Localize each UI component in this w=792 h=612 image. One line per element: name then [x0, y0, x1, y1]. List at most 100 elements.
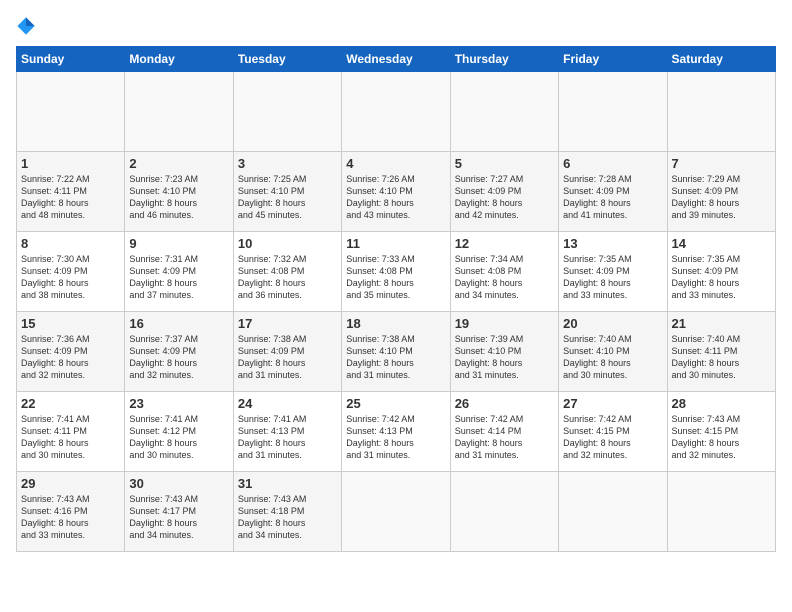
calendar-cell: 28Sunrise: 7:43 AM Sunset: 4:15 PM Dayli… — [667, 392, 775, 472]
calendar-cell: 26 Sunrise: 7:42 AM Sunset: 4:14 PM Dayli… — [450, 392, 558, 472]
cell-info: Sunrise: 7:42 AM Sunset: 4:14 PM Dayligh… — [455, 413, 554, 462]
cell-info: Sunrise: 7:28 AM Sunset: 4:09 PM Dayligh… — [563, 173, 662, 222]
day-number: 23 — [129, 396, 228, 411]
calendar-cell: 19Sunrise: 7:39 AM Sunset: 4:10 PM Dayli… — [450, 312, 558, 392]
calendar-cell — [559, 472, 667, 552]
cell-info: Sunrise: 7:36 AM Sunset: 4:09 PM Dayligh… — [21, 333, 120, 382]
calendar-cell: 10 Sunrise: 7:32 AM Sunset: 4:08 PM Dayli… — [233, 232, 341, 312]
cell-info: Sunrise: 7:22 AM Sunset: 4:11 PM Dayligh… — [21, 173, 120, 222]
day-number: 28 — [672, 396, 771, 411]
day-number: 12 — [455, 236, 554, 251]
week-row — [17, 72, 776, 152]
cell-info: Sunrise: 7:39 AM Sunset: 4:10 PM Dayligh… — [455, 333, 554, 382]
cell-info: Sunrise: 7:42 AM Sunset: 4:15 PM Dayligh… — [563, 413, 662, 462]
day-number: 8 — [21, 236, 120, 251]
day-number: 1 — [21, 156, 120, 171]
calendar-cell: 23 Sunrise: 7:41 AM Sunset: 4:12 PM Dayli… — [125, 392, 233, 472]
day-number: 31 — [238, 476, 337, 491]
calendar-cell: 2 Sunrise: 7:23 AM Sunset: 4:10 PM Daylig… — [125, 152, 233, 232]
cell-info: Sunrise: 7:40 AM Sunset: 4:11 PM Dayligh… — [672, 333, 771, 382]
cell-info: Sunrise: 7:25 AM Sunset: 4:10 PM Dayligh… — [238, 173, 337, 222]
calendar-cell — [233, 72, 341, 152]
calendar-cell: 9 Sunrise: 7:31 AM Sunset: 4:09 PM Daylig… — [125, 232, 233, 312]
calendar-cell — [667, 72, 775, 152]
cell-info: Sunrise: 7:31 AM Sunset: 4:09 PM Dayligh… — [129, 253, 228, 302]
cell-info: Sunrise: 7:41 AM Sunset: 4:12 PM Dayligh… — [129, 413, 228, 462]
cell-info: Sunrise: 7:43 AM Sunset: 4:18 PM Dayligh… — [238, 493, 337, 542]
cell-info: Sunrise: 7:35 AM Sunset: 4:09 PM Dayligh… — [563, 253, 662, 302]
cell-info: Sunrise: 7:40 AM Sunset: 4:10 PM Dayligh… — [563, 333, 662, 382]
calendar-cell: 31 Sunrise: 7:43 AM Sunset: 4:18 PM Dayli… — [233, 472, 341, 552]
calendar-cell: 18 Sunrise: 7:38 AM Sunset: 4:10 PM Dayli… — [342, 312, 450, 392]
day-number: 4 — [346, 156, 445, 171]
calendar-cell — [17, 72, 125, 152]
cell-info: Sunrise: 7:38 AM Sunset: 4:09 PM Dayligh… — [238, 333, 337, 382]
calendar-cell: 1 Sunrise: 7:22 AM Sunset: 4:11 PM Daylig… — [17, 152, 125, 232]
cell-info: Sunrise: 7:35 AM Sunset: 4:09 PM Dayligh… — [672, 253, 771, 302]
day-number: 7 — [672, 156, 771, 171]
col-header-wednesday: Wednesday — [342, 47, 450, 72]
day-number: 17 — [238, 316, 337, 331]
calendar-cell: 17 Sunrise: 7:38 AM Sunset: 4:09 PM Dayli… — [233, 312, 341, 392]
cell-info: Sunrise: 7:43 AM Sunset: 4:17 PM Dayligh… — [129, 493, 228, 542]
calendar-cell: 12 Sunrise: 7:34 AM Sunset: 4:08 PM Dayli… — [450, 232, 558, 312]
day-number: 2 — [129, 156, 228, 171]
calendar-cell — [342, 72, 450, 152]
cell-info: Sunrise: 7:38 AM Sunset: 4:10 PM Dayligh… — [346, 333, 445, 382]
cell-info: Sunrise: 7:43 AM Sunset: 4:16 PM Dayligh… — [21, 493, 120, 542]
cell-info: Sunrise: 7:37 AM Sunset: 4:09 PM Dayligh… — [129, 333, 228, 382]
week-row: 1 Sunrise: 7:22 AM Sunset: 4:11 PM Daylig… — [17, 152, 776, 232]
calendar-cell: 6Sunrise: 7:28 AM Sunset: 4:09 PM Daylig… — [559, 152, 667, 232]
col-header-friday: Friday — [559, 47, 667, 72]
calendar-cell: 27 Sunrise: 7:42 AM Sunset: 4:15 PM Dayli… — [559, 392, 667, 472]
col-header-monday: Monday — [125, 47, 233, 72]
cell-info: Sunrise: 7:30 AM Sunset: 4:09 PM Dayligh… — [21, 253, 120, 302]
week-row: 15Sunrise: 7:36 AM Sunset: 4:09 PM Dayli… — [17, 312, 776, 392]
calendar-cell: 24Sunrise: 7:41 AM Sunset: 4:13 PM Dayli… — [233, 392, 341, 472]
week-row: 29 Sunrise: 7:43 AM Sunset: 4:16 PM Dayli… — [17, 472, 776, 552]
day-number: 29 — [21, 476, 120, 491]
cell-info: Sunrise: 7:23 AM Sunset: 4:10 PM Dayligh… — [129, 173, 228, 222]
calendar-cell — [342, 472, 450, 552]
logo — [16, 16, 40, 36]
day-number: 3 — [238, 156, 337, 171]
cell-info: Sunrise: 7:41 AM Sunset: 4:11 PM Dayligh… — [21, 413, 120, 462]
day-number: 16 — [129, 316, 228, 331]
day-number: 18 — [346, 316, 445, 331]
calendar-cell: 13 Sunrise: 7:35 AM Sunset: 4:09 PM Dayli… — [559, 232, 667, 312]
day-number: 13 — [563, 236, 662, 251]
cell-info: Sunrise: 7:41 AM Sunset: 4:13 PM Dayligh… — [238, 413, 337, 462]
day-number: 27 — [563, 396, 662, 411]
header — [16, 16, 776, 36]
day-number: 9 — [129, 236, 228, 251]
calendar-cell: 14 Sunrise: 7:35 AM Sunset: 4:09 PM Dayli… — [667, 232, 775, 312]
cell-info: Sunrise: 7:29 AM Sunset: 4:09 PM Dayligh… — [672, 173, 771, 222]
calendar-cell — [125, 72, 233, 152]
calendar-cell: 15Sunrise: 7:36 AM Sunset: 4:09 PM Dayli… — [17, 312, 125, 392]
calendar-cell — [450, 472, 558, 552]
calendar-cell: 3 Sunrise: 7:25 AM Sunset: 4:10 PM Daylig… — [233, 152, 341, 232]
day-number: 25 — [346, 396, 445, 411]
day-number: 14 — [672, 236, 771, 251]
cell-info: Sunrise: 7:33 AM Sunset: 4:08 PM Dayligh… — [346, 253, 445, 302]
calendar-cell: 8 Sunrise: 7:30 AM Sunset: 4:09 PM Daylig… — [17, 232, 125, 312]
logo-icon — [16, 16, 36, 36]
week-row: 22 Sunrise: 7:41 AM Sunset: 4:11 PM Dayli… — [17, 392, 776, 472]
day-number: 5 — [455, 156, 554, 171]
day-number: 10 — [238, 236, 337, 251]
calendar-cell: 21Sunrise: 7:40 AM Sunset: 4:11 PM Dayli… — [667, 312, 775, 392]
col-header-tuesday: Tuesday — [233, 47, 341, 72]
calendar-cell: 5 Sunrise: 7:27 AM Sunset: 4:09 PM Daylig… — [450, 152, 558, 232]
cell-info: Sunrise: 7:27 AM Sunset: 4:09 PM Dayligh… — [455, 173, 554, 222]
col-header-saturday: Saturday — [667, 47, 775, 72]
week-row: 8 Sunrise: 7:30 AM Sunset: 4:09 PM Daylig… — [17, 232, 776, 312]
day-number: 20 — [563, 316, 662, 331]
day-number: 22 — [21, 396, 120, 411]
day-number: 30 — [129, 476, 228, 491]
day-number: 11 — [346, 236, 445, 251]
cell-info: Sunrise: 7:32 AM Sunset: 4:08 PM Dayligh… — [238, 253, 337, 302]
day-number: 26 — [455, 396, 554, 411]
cell-info: Sunrise: 7:34 AM Sunset: 4:08 PM Dayligh… — [455, 253, 554, 302]
calendar-cell: 30 Sunrise: 7:43 AM Sunset: 4:17 PM Dayli… — [125, 472, 233, 552]
calendar-cell: 16 Sunrise: 7:37 AM Sunset: 4:09 PM Dayli… — [125, 312, 233, 392]
